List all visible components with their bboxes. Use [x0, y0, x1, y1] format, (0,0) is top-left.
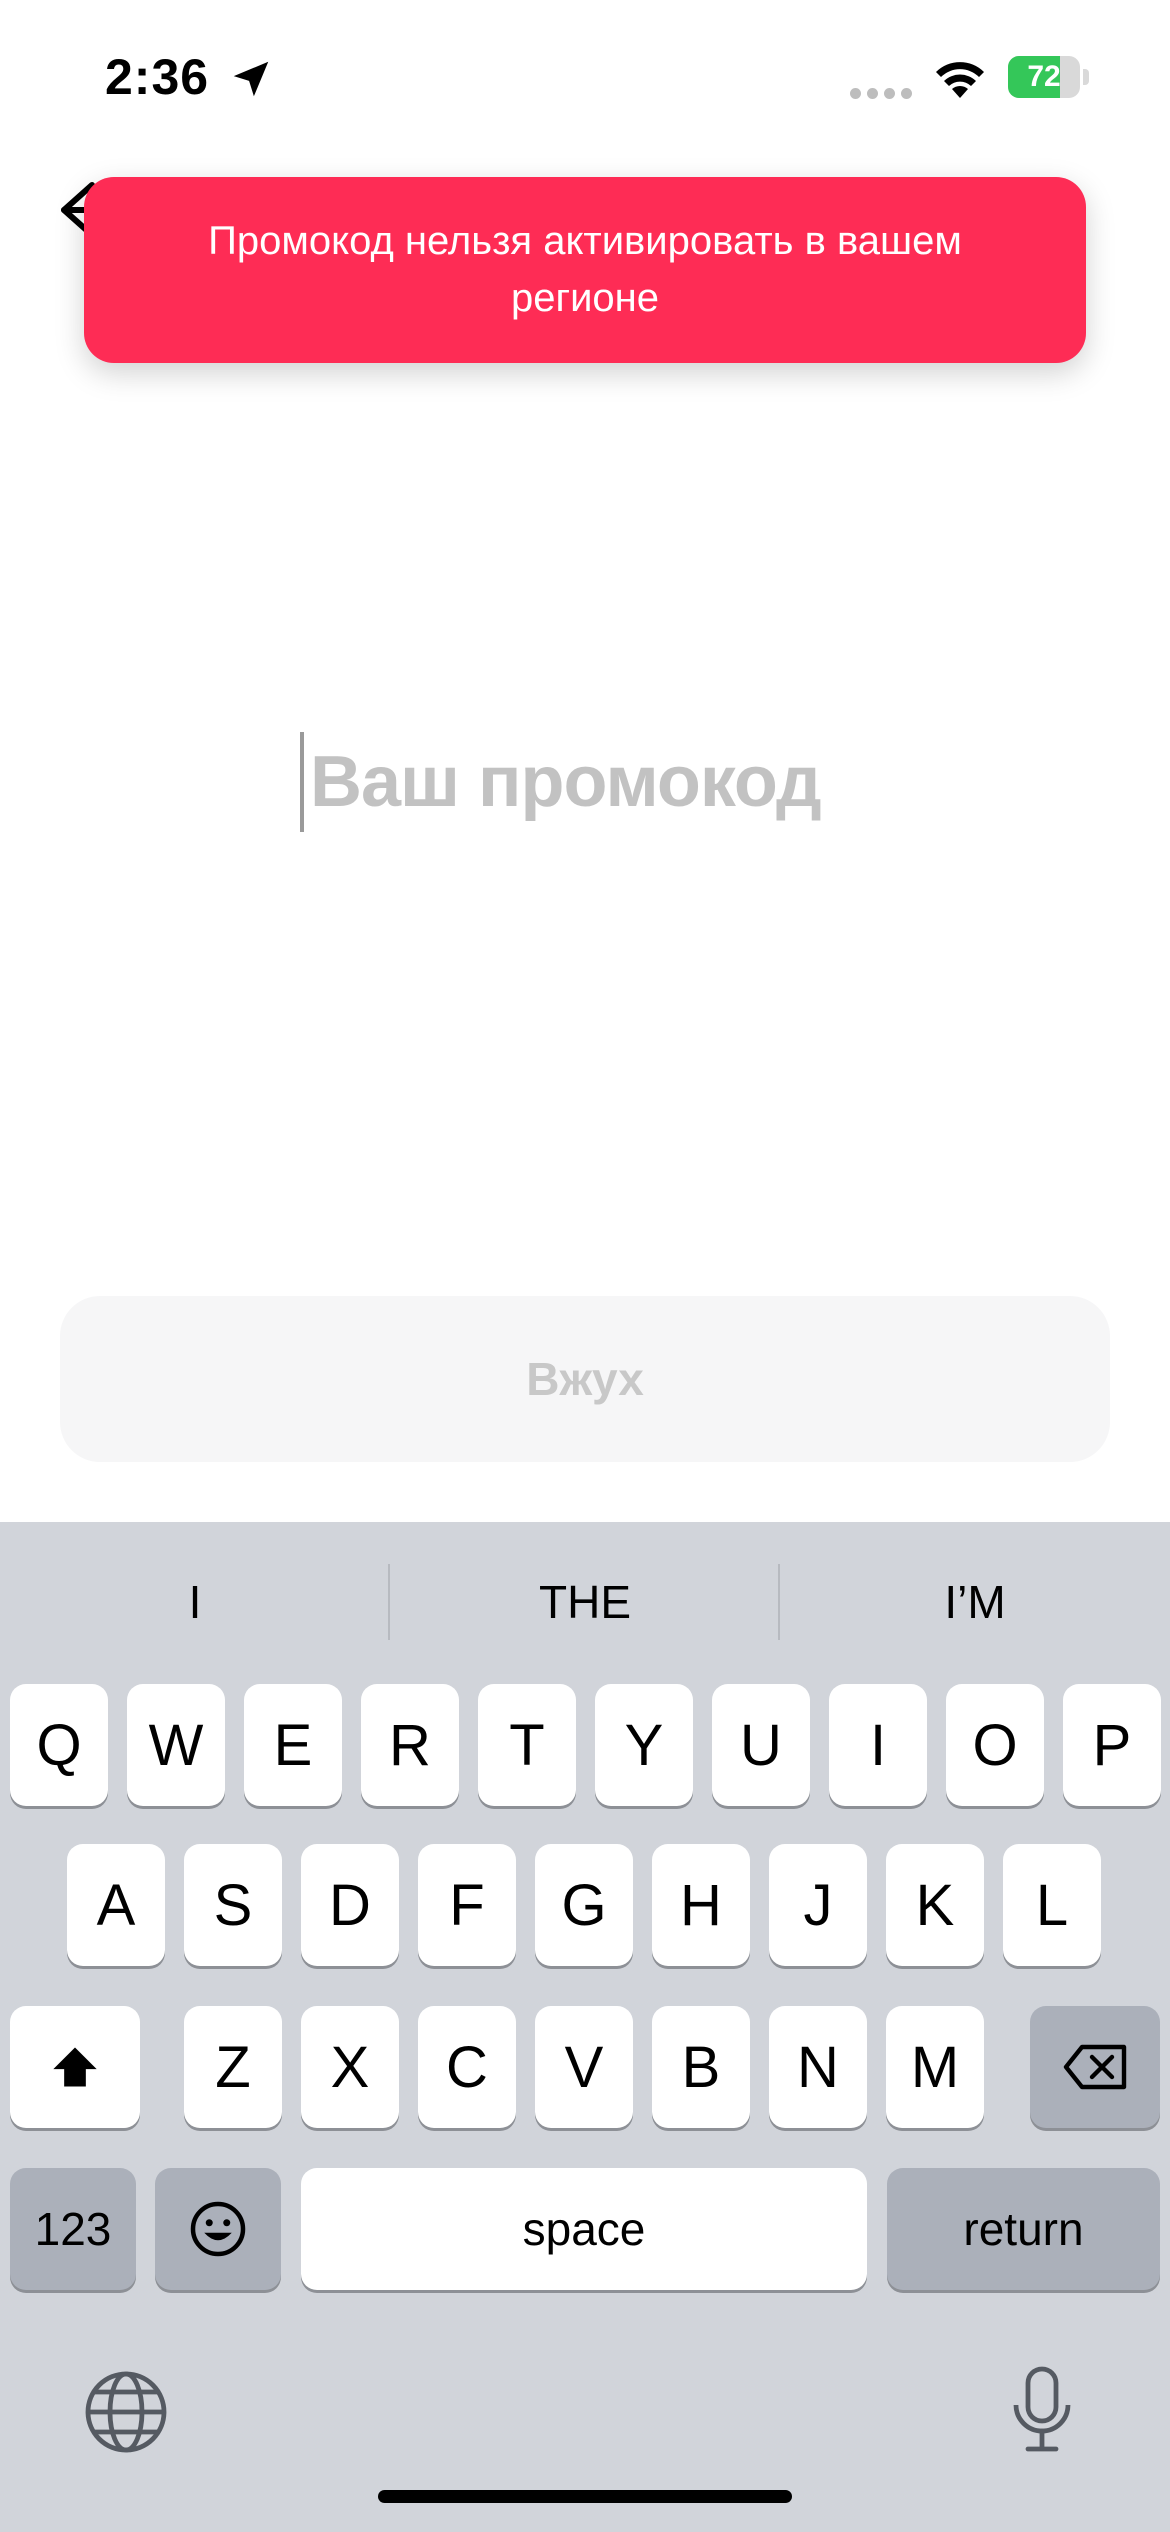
delete-key[interactable] — [1030, 2006, 1160, 2128]
key-d[interactable]: D — [301, 1844, 399, 1966]
key-z[interactable]: Z — [184, 2006, 282, 2128]
return-key[interactable]: return — [887, 2168, 1160, 2290]
key-g[interactable]: G — [535, 1844, 633, 1966]
key-o[interactable]: O — [946, 1684, 1044, 1806]
emoji-icon — [190, 2201, 246, 2257]
cellular-signal-icon — [850, 86, 918, 104]
key-n[interactable]: N — [769, 2006, 867, 2128]
suggestion-bar: I THE I’M — [0, 1522, 1170, 1678]
key-x[interactable]: X — [301, 2006, 399, 2128]
key-j[interactable]: J — [769, 1844, 867, 1966]
key-c[interactable]: C — [418, 2006, 516, 2128]
key-v[interactable]: V — [535, 2006, 633, 2128]
numbers-key[interactable]: 123 — [10, 2168, 136, 2290]
key-b[interactable]: B — [652, 2006, 750, 2128]
promo-code-placeholder: Ваш промокод — [310, 742, 822, 822]
home-indicator[interactable] — [378, 2490, 792, 2503]
key-e[interactable]: E — [244, 1684, 342, 1806]
key-h[interactable]: H — [652, 1844, 750, 1966]
promo-code-input[interactable]: Ваш промокод — [300, 732, 900, 832]
key-w[interactable]: W — [127, 1684, 225, 1806]
backspace-icon — [1063, 2044, 1127, 2090]
key-q[interactable]: Q — [10, 1684, 108, 1806]
space-key[interactable]: space — [301, 2168, 867, 2290]
globe-icon[interactable] — [84, 2370, 168, 2454]
location-arrow-icon — [233, 61, 269, 97]
battery-icon: 72 — [1008, 56, 1090, 98]
key-s[interactable]: S — [184, 1844, 282, 1966]
suggestion-item[interactable]: I’M — [780, 1562, 1170, 1642]
shift-icon — [53, 2047, 97, 2087]
key-u[interactable]: U — [712, 1684, 810, 1806]
emoji-key[interactable] — [155, 2168, 281, 2290]
status-time: 2:36 — [105, 49, 210, 105]
key-a[interactable]: A — [67, 1844, 165, 1966]
suggestion-item[interactable]: THE — [390, 1562, 780, 1642]
key-t[interactable]: T — [478, 1684, 576, 1806]
key-l[interactable]: L — [1003, 1844, 1101, 1966]
battery-level: 72 — [1027, 60, 1061, 93]
text-cursor — [300, 732, 304, 832]
key-p[interactable]: P — [1063, 1684, 1161, 1806]
key-k[interactable]: K — [886, 1844, 984, 1966]
key-y[interactable]: Y — [595, 1684, 693, 1806]
key-i[interactable]: I — [829, 1684, 927, 1806]
key-f[interactable]: F — [418, 1844, 516, 1966]
submit-button[interactable]: Вжух — [60, 1296, 1110, 1462]
status-bar: 2:36 72 — [0, 0, 1170, 150]
error-toast: Промокод нельзя активировать в вашем рег… — [84, 177, 1086, 363]
key-m[interactable]: M — [886, 2006, 984, 2128]
shift-key[interactable] — [10, 2006, 140, 2128]
key-r[interactable]: R — [361, 1684, 459, 1806]
suggestion-item[interactable]: I — [0, 1562, 390, 1642]
error-toast-message: Промокод нельзя активировать в вашем рег… — [208, 219, 962, 320]
wifi-icon — [936, 62, 984, 98]
keyboard: I THE I’M Q W E R T Y U I O P A S D F G … — [0, 1522, 1170, 2532]
microphone-icon[interactable] — [1010, 2365, 1074, 2455]
